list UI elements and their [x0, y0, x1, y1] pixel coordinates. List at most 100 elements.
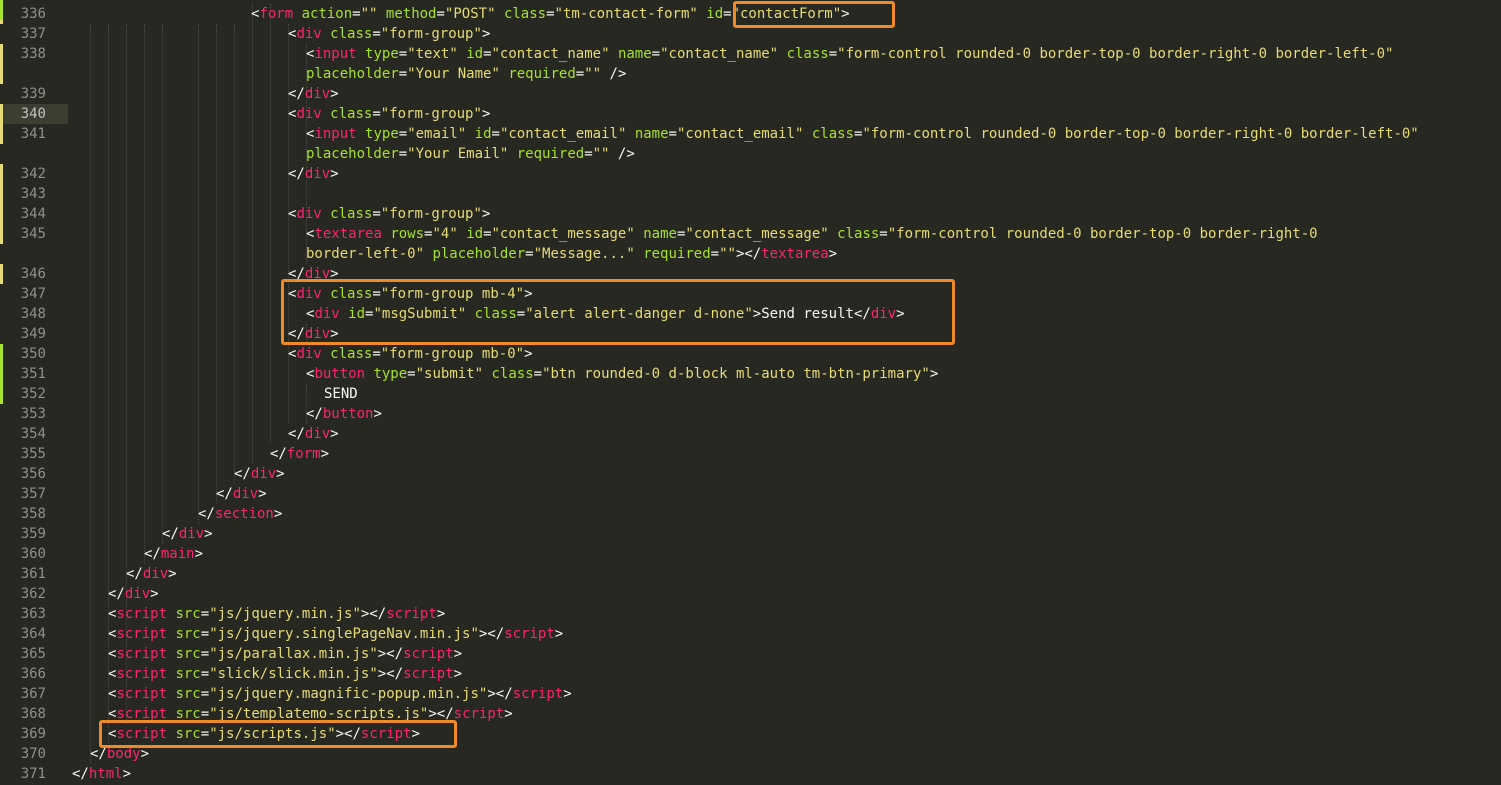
- code-token: "": [584, 66, 602, 82]
- code-token: script: [453, 706, 505, 722]
- code-line: <button type="submit" class="btn rounded…: [306, 364, 938, 384]
- code-line: border-left-0" placeholder="Message..." …: [306, 244, 837, 264]
- code-token: name: [634, 126, 669, 142]
- code-token: =: [533, 366, 543, 382]
- modified-line-marker: [0, 104, 3, 124]
- code-token: >: [140, 746, 150, 762]
- line-number: 342: [20, 166, 46, 182]
- code-editor[interactable]: 336 337 338 339 340 341 342 343 344 345 346 347 348 3…: [0, 0, 1501, 785]
- line-number: 354: [20, 426, 46, 442]
- code-line: placeholder="Your Name" required="" />: [306, 64, 626, 84]
- code-line: </div>: [108, 584, 159, 604]
- line-number: 338: [20, 46, 46, 62]
- code-line: <div class="form-group mb-0">: [288, 344, 533, 364]
- code-token: >: [320, 446, 330, 462]
- code-token: =: [491, 126, 500, 142]
- code-line: </div>: [126, 564, 177, 584]
- code-token: =: [200, 626, 210, 642]
- code-token: div: [178, 526, 205, 542]
- code-token: script: [512, 686, 564, 702]
- code-token: id: [474, 126, 492, 142]
- code-token: </: [234, 466, 251, 482]
- code-token: ></: [478, 626, 505, 642]
- code-token: required: [508, 66, 576, 82]
- code-token: >: [563, 686, 572, 702]
- line-number: 336: [20, 6, 46, 22]
- modified-line-marker: [0, 224, 3, 244]
- code-token: </: [72, 766, 89, 782]
- code-line: <input type="email" id="contact_email" n…: [306, 124, 1419, 144]
- code-token: </: [288, 426, 305, 442]
- code-token: >: [436, 606, 446, 622]
- code-token: =: [398, 146, 408, 162]
- code-token: div: [296, 206, 322, 222]
- line-number: 360: [20, 546, 46, 562]
- line-number: 361: [20, 566, 46, 582]
- code-token: =: [398, 126, 408, 142]
- line-number: 365: [20, 646, 46, 662]
- modified-line-marker: [0, 124, 3, 144]
- indent-guide: [144, 24, 145, 564]
- code-token: "": [592, 146, 610, 162]
- code-token: script: [116, 686, 168, 702]
- code-token: "form-control rounded-0 border-top-0 bor…: [862, 126, 1419, 142]
- code-token: script: [116, 666, 168, 682]
- indent-guide: [234, 24, 235, 484]
- code-line: </button>: [306, 404, 382, 424]
- code-token: type: [365, 126, 399, 142]
- line-number: 350: [20, 346, 46, 362]
- code-token: textarea: [761, 246, 829, 262]
- indent-guide: [198, 24, 199, 524]
- code-token: >: [276, 466, 285, 482]
- code-token: div: [304, 426, 331, 442]
- code-token: input: [314, 126, 357, 142]
- code-line: <script src="js/jquery.min.js"></script>: [108, 604, 445, 624]
- code-line: </div>: [162, 524, 213, 544]
- code-token: "Your Email": [407, 146, 509, 162]
- line-number: 370: [20, 746, 46, 762]
- code-token: class: [503, 6, 547, 22]
- code-token: =: [372, 346, 381, 362]
- code-token: script: [403, 646, 454, 662]
- code-token: =: [372, 106, 381, 122]
- code-token: action: [301, 6, 353, 22]
- code-line: </div>: [288, 164, 339, 184]
- line-number: 340: [20, 106, 46, 122]
- code-token: >: [122, 766, 132, 782]
- code-token: "contact_email": [676, 126, 804, 142]
- code-token: =: [483, 226, 492, 242]
- code-token: required: [643, 246, 711, 262]
- code-token: script: [116, 606, 168, 622]
- code-token: main: [160, 546, 195, 562]
- code-token: >: [481, 26, 491, 42]
- line-number: 358: [20, 506, 46, 522]
- indent-guide: [252, 4, 253, 464]
- indent-guide: [270, 4, 271, 444]
- code-line: </div>: [288, 84, 339, 104]
- code-token: div: [296, 26, 322, 42]
- code-token: button: [322, 406, 374, 422]
- code-token: div: [124, 586, 151, 602]
- code-token: script: [116, 626, 168, 642]
- code-line: <script src="js/jquery.magnific-popup.mi…: [108, 684, 572, 704]
- code-area[interactable]: <form action="" method="POST" class="tm-…: [72, 0, 1501, 785]
- code-token: "tm-contact-form": [554, 6, 698, 22]
- line-number: 348: [20, 306, 46, 322]
- code-token: "text": [407, 46, 458, 62]
- code-line: <script src="slick/slick.min.js"></scrip…: [108, 664, 462, 684]
- line-number: 369: [20, 726, 46, 742]
- code-token: "contact_name": [660, 46, 779, 62]
- line-number: 355: [20, 446, 46, 462]
- code-token: placeholder: [306, 146, 399, 162]
- code-token: "contact_message": [685, 226, 829, 242]
- code-token: class: [330, 106, 373, 122]
- code-token: class: [837, 226, 880, 242]
